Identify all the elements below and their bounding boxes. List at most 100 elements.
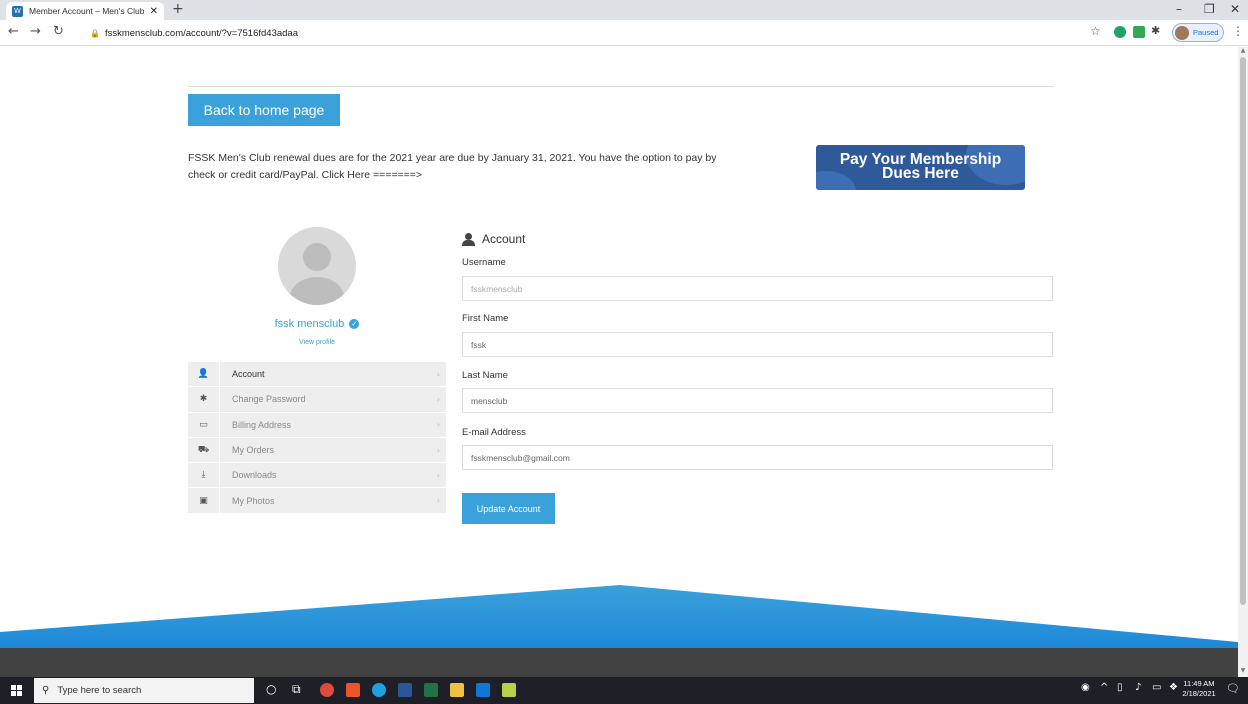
menu-item-billing-address[interactable]: ▭ Billing Address › bbox=[188, 412, 446, 438]
account-form-title: Account bbox=[462, 232, 525, 246]
scroll-down-icon[interactable]: ▼ bbox=[1238, 667, 1248, 674]
download-icon: ⤓ bbox=[188, 463, 220, 488]
avatar-body bbox=[290, 277, 344, 305]
back-to-home-button[interactable]: Back to home page bbox=[188, 94, 340, 126]
network-icon[interactable]: ▭ bbox=[1152, 682, 1161, 693]
chevron-right-icon: › bbox=[436, 369, 440, 379]
word-icon[interactable] bbox=[398, 683, 412, 697]
chevron-right-icon: › bbox=[436, 420, 440, 430]
url-text: fsskmensclub.com/account/?v=7516fd43adaa bbox=[104, 27, 298, 39]
image-icon: ▣ bbox=[188, 488, 220, 513]
last-name-field[interactable] bbox=[462, 388, 1053, 413]
scroll-thumb[interactable] bbox=[1240, 57, 1246, 605]
email-field[interactable] bbox=[462, 445, 1053, 470]
minimize-button[interactable]: – bbox=[1176, 2, 1182, 16]
first-name-label: First Name bbox=[462, 313, 509, 324]
credit-card-icon: ▭ bbox=[188, 412, 220, 437]
menu-item-label: Change Password bbox=[232, 394, 306, 405]
username-field[interactable] bbox=[462, 276, 1053, 301]
help-icon[interactable]: ◉ bbox=[1081, 682, 1090, 693]
tab-close-icon[interactable]: ✕ bbox=[150, 6, 158, 17]
battery-icon[interactable]: ▯ bbox=[1117, 682, 1123, 693]
last-name-label: Last Name bbox=[462, 370, 508, 381]
edge-icon[interactable] bbox=[372, 683, 386, 697]
user-icon bbox=[462, 232, 475, 246]
account-menu: 👤 Account › ✱ Change Password › ▭ Billin… bbox=[188, 362, 446, 514]
grammarly-extension-icon[interactable] bbox=[1114, 26, 1126, 38]
profile-name[interactable]: fssk mensclub ✓ bbox=[188, 318, 446, 330]
update-account-button[interactable]: Update Account bbox=[462, 493, 555, 524]
volume-icon[interactable]: ♪ bbox=[1135, 682, 1141, 693]
wordpress-favicon-icon: W bbox=[12, 5, 23, 17]
site-footer bbox=[0, 648, 1238, 677]
footer-wave bbox=[0, 585, 1238, 648]
back-arrow-icon[interactable]: ← bbox=[8, 24, 19, 39]
chrome-icon[interactable] bbox=[320, 683, 334, 697]
mail-icon[interactable] bbox=[476, 683, 490, 697]
dropbox-icon[interactable]: ❖ bbox=[1169, 682, 1178, 693]
top-divider bbox=[188, 86, 1054, 87]
maximize-button[interactable]: ❐ bbox=[1204, 2, 1215, 16]
checkmark-extension-icon[interactable] bbox=[1133, 26, 1145, 38]
chevron-right-icon: › bbox=[436, 394, 440, 404]
taskbar-search[interactable]: ⚲ Type here to search bbox=[34, 678, 254, 703]
new-tab-button[interactable]: + bbox=[172, 1, 184, 17]
profile-avatar bbox=[1175, 25, 1189, 40]
menu-item-change-password[interactable]: ✱ Change Password › bbox=[188, 387, 446, 413]
avatar-head bbox=[303, 243, 331, 271]
lock-icon: 🔒 bbox=[90, 28, 100, 38]
address-bar[interactable]: 🔒 fsskmensclub.com/account/?v=7516fd43ad… bbox=[90, 23, 1070, 43]
puzzle-extensions-icon[interactable]: ✱ bbox=[1151, 24, 1163, 37]
pay-banner-line-2: Dues Here bbox=[882, 165, 959, 182]
show-hidden-icons-icon[interactable]: ^ bbox=[1100, 682, 1108, 693]
chevron-right-icon: › bbox=[436, 496, 440, 506]
cart-icon: ⛟ bbox=[188, 437, 220, 463]
notice-line-1: FSSK Men's Club renewal dues are for the… bbox=[188, 152, 717, 164]
view-profile-link[interactable]: View profile bbox=[188, 339, 446, 346]
profile-button[interactable]: Paused bbox=[1172, 23, 1224, 42]
renewal-notice: FSSK Men's Club renewal dues are for the… bbox=[188, 150, 768, 184]
browser-menu-icon[interactable]: ⋮ bbox=[1232, 24, 1244, 38]
windows-taskbar: ⚲ Type here to search bbox=[0, 677, 1248, 704]
office-icon[interactable] bbox=[346, 683, 360, 697]
search-placeholder: Type here to search bbox=[57, 685, 142, 696]
menu-item-label: My Orders bbox=[232, 445, 275, 456]
file-explorer-icon[interactable] bbox=[450, 683, 464, 697]
excel-icon[interactable] bbox=[424, 683, 438, 697]
task-view-icon[interactable]: ⧉ bbox=[292, 682, 301, 697]
bookmark-star-icon[interactable]: ☆ bbox=[1090, 24, 1101, 38]
window-close-button[interactable]: ✕ bbox=[1230, 2, 1240, 16]
search-icon: ⚲ bbox=[42, 685, 50, 696]
menu-item-label: Billing Address bbox=[232, 419, 292, 430]
sticky-notes-icon[interactable] bbox=[502, 683, 516, 697]
clock-date: 2/18/2021 bbox=[1182, 689, 1216, 698]
pay-dues-banner[interactable]: Pay Your Membership Dues Here bbox=[816, 145, 1025, 190]
verified-check-icon: ✓ bbox=[349, 319, 360, 330]
scroll-up-icon[interactable]: ▲ bbox=[1238, 47, 1248, 54]
chevron-right-icon: › bbox=[436, 445, 440, 455]
first-name-field[interactable] bbox=[462, 332, 1053, 357]
email-label: E-mail Address bbox=[462, 427, 526, 438]
menu-item-downloads[interactable]: ⤓ Downloads › bbox=[188, 463, 446, 489]
browser-tab[interactable]: W Member Account – Men's Club F ✕ bbox=[6, 2, 164, 20]
profile-name-text: fssk mensclub bbox=[274, 318, 345, 330]
user-icon: 👤 bbox=[188, 362, 220, 387]
cortana-icon[interactable]: ○ bbox=[266, 682, 276, 696]
taskbar-clock[interactable]: 11:49 AM 2/18/2021 bbox=[1179, 679, 1219, 699]
menu-item-label: Downloads bbox=[232, 470, 277, 481]
username-label: Username bbox=[462, 257, 506, 268]
menu-item-my-photos[interactable]: ▣ My Photos › bbox=[188, 488, 446, 514]
avatar[interactable] bbox=[278, 227, 356, 305]
notification-center-icon[interactable]: 🗨 bbox=[1226, 682, 1240, 695]
browser-toolbar: ← → ↻ 🔒 fsskmensclub.com/account/?v=7516… bbox=[0, 20, 1248, 46]
page-scrollbar[interactable]: ▲ ▼ bbox=[1238, 47, 1248, 677]
menu-item-my-orders[interactable]: ⛟ My Orders › bbox=[188, 437, 446, 464]
windows-start-icon[interactable] bbox=[11, 685, 22, 696]
clock-time: 11:49 AM bbox=[1183, 679, 1215, 688]
asterisk-icon: ✱ bbox=[188, 387, 220, 412]
tab-title: Member Account – Men's Club F bbox=[29, 6, 146, 16]
reload-icon[interactable]: ↻ bbox=[53, 24, 64, 39]
menu-item-label: Account bbox=[232, 369, 265, 380]
forward-arrow-icon[interactable]: → bbox=[30, 24, 41, 39]
menu-item-account[interactable]: 👤 Account › bbox=[188, 362, 446, 388]
